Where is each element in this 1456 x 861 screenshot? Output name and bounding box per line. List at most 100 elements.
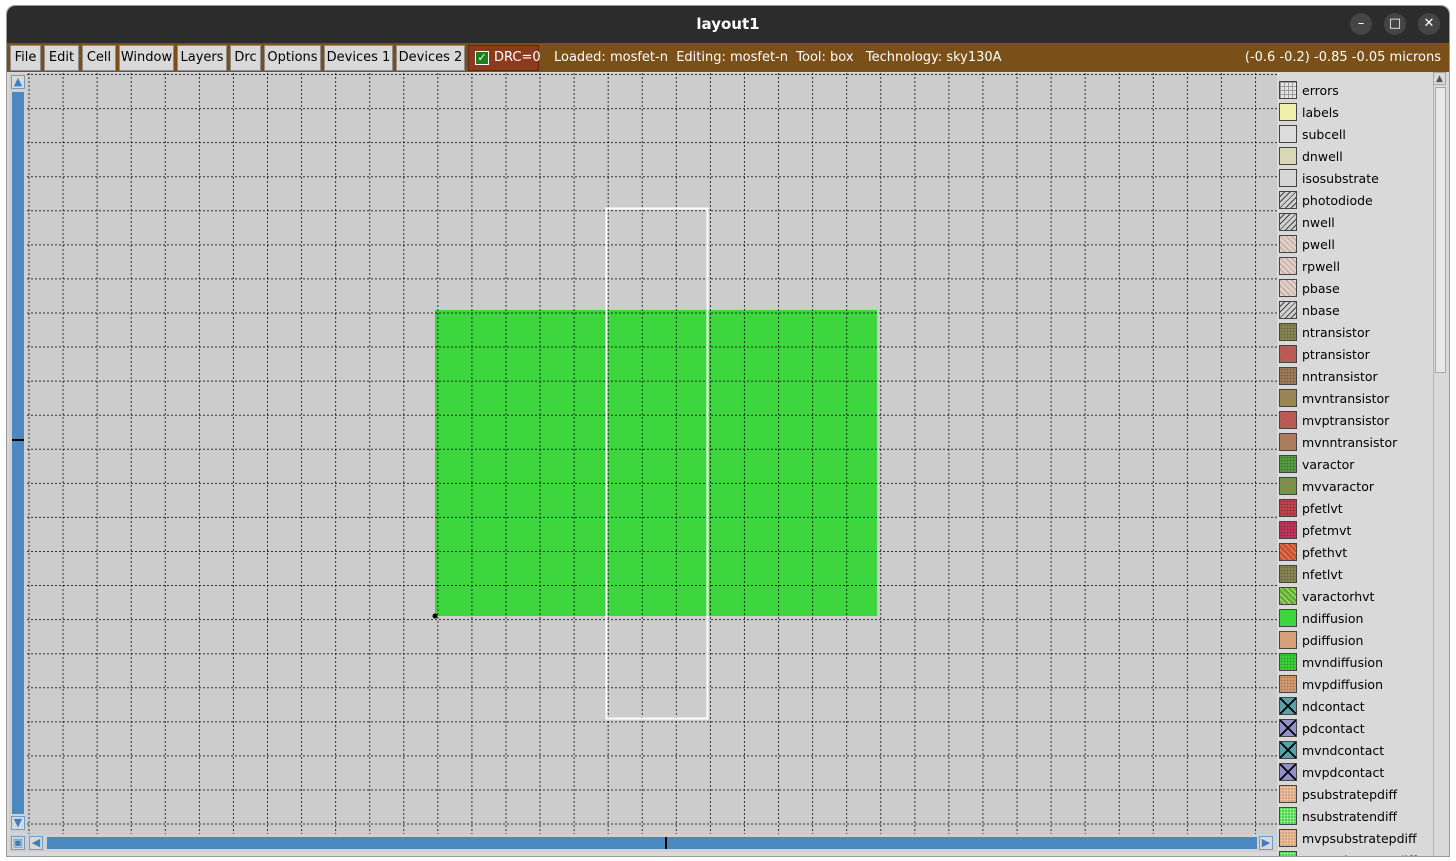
- layer-swatch-icon[interactable]: [1279, 235, 1297, 253]
- layer-item-pfetlvt[interactable]: pfetlvt: [1277, 498, 1433, 520]
- layer-item-ptransistor[interactable]: ptransistor: [1277, 344, 1433, 366]
- layer-item-mvnsubstratendiff[interactable]: mvnsubstratendiff: [1277, 850, 1433, 856]
- layer-swatch-icon[interactable]: [1279, 543, 1297, 561]
- layer-item-isosubstrate[interactable]: isosubstrate: [1277, 168, 1433, 190]
- layer-swatch-icon[interactable]: [1279, 433, 1297, 451]
- layer-swatch-icon[interactable]: [1279, 213, 1297, 231]
- layer-item-mvvaractor[interactable]: mvvaractor: [1277, 476, 1433, 498]
- layer-item-ndiffusion[interactable]: ndiffusion: [1277, 608, 1433, 630]
- layer-swatch-icon[interactable]: [1279, 653, 1297, 671]
- layer-swatch-icon[interactable]: [1279, 455, 1297, 473]
- layer-item-dnwell[interactable]: dnwell: [1277, 146, 1433, 168]
- layer-item-pfetmvt[interactable]: pfetmvt: [1277, 520, 1433, 542]
- menu-drc[interactable]: Drc: [230, 45, 261, 71]
- layer-item-mvpdcontact[interactable]: mvpdcontact: [1277, 762, 1433, 784]
- layer-item-nsubstratendiff[interactable]: nsubstratendiff: [1277, 806, 1433, 828]
- layer-swatch-icon[interactable]: [1279, 169, 1297, 187]
- horizontal-scrollbar[interactable]: ▣ ◀ ▶: [9, 834, 1277, 852]
- drc-toggle[interactable]: ✓ DRC=0: [468, 45, 541, 71]
- layer-item-ntransistor[interactable]: ntransistor: [1277, 322, 1433, 344]
- zoom-box-icon[interactable]: ▣: [11, 836, 25, 850]
- layer-item-photodiode[interactable]: photodiode: [1277, 190, 1433, 212]
- layer-item-mvntransistor[interactable]: mvntransistor: [1277, 388, 1433, 410]
- layer-item-pbase[interactable]: pbase: [1277, 278, 1433, 300]
- layer-swatch-icon[interactable]: [1279, 609, 1297, 627]
- layer-swatch-icon[interactable]: [1279, 279, 1297, 297]
- layer-item-varactor[interactable]: varactor: [1277, 454, 1433, 476]
- layer-item-mvndcontact[interactable]: mvndcontact: [1277, 740, 1433, 762]
- layer-swatch-icon[interactable]: [1279, 301, 1297, 319]
- layers-scrollbar[interactable]: ▲: [1433, 72, 1447, 856]
- layout-drawing[interactable]: [27, 73, 1277, 834]
- menu-options[interactable]: Options: [264, 45, 321, 71]
- layer-swatch-icon[interactable]: [1279, 499, 1297, 517]
- layer-swatch-icon[interactable]: [1279, 565, 1297, 583]
- layer-swatch-icon[interactable]: [1279, 257, 1297, 275]
- check-icon[interactable]: ✓: [475, 51, 489, 65]
- maximize-button[interactable]: □: [1384, 13, 1406, 35]
- layer-swatch-icon[interactable]: [1279, 367, 1297, 385]
- layer-swatch-icon[interactable]: [1279, 191, 1297, 209]
- layer-item-pdiffusion[interactable]: pdiffusion: [1277, 630, 1433, 652]
- layer-swatch-icon[interactable]: [1279, 741, 1297, 759]
- layer-swatch-icon[interactable]: [1279, 719, 1297, 737]
- scroll-right-arrow-icon[interactable]: ▶: [1259, 836, 1273, 850]
- scroll-up-arrow-icon[interactable]: ▲: [11, 75, 25, 89]
- layer-item-mvpsubstratepdiff[interactable]: mvpsubstratepdiff: [1277, 828, 1433, 850]
- layer-item-mvptransistor[interactable]: mvptransistor: [1277, 410, 1433, 432]
- layer-item-nbase[interactable]: nbase: [1277, 300, 1433, 322]
- horizontal-scroll-trough[interactable]: [47, 837, 1257, 849]
- layer-swatch-icon[interactable]: [1279, 631, 1297, 649]
- layer-item-varactorhvt[interactable]: varactorhvt: [1277, 586, 1433, 608]
- layer-item-ndcontact[interactable]: ndcontact: [1277, 696, 1433, 718]
- layer-item-nntransistor[interactable]: nntransistor: [1277, 366, 1433, 388]
- minimize-button[interactable]: –: [1350, 13, 1372, 35]
- layer-swatch-icon[interactable]: [1279, 411, 1297, 429]
- layer-item-pdcontact[interactable]: pdcontact: [1277, 718, 1433, 740]
- title-bar[interactable]: layout1 – □ ✕: [7, 6, 1449, 43]
- layers-scroll-thumb[interactable]: [1435, 87, 1446, 373]
- layer-item-nfetlvt[interactable]: nfetlvt: [1277, 564, 1433, 586]
- layer-swatch-icon[interactable]: [1279, 477, 1297, 495]
- layer-swatch-icon[interactable]: [1279, 697, 1297, 715]
- layer-swatch-icon[interactable]: [1279, 147, 1297, 165]
- vertical-scrollbar[interactable]: ▲ ▼: [9, 73, 27, 833]
- layers-scroll-up-icon[interactable]: ▲: [1433, 72, 1446, 85]
- layer-swatch-icon[interactable]: [1279, 521, 1297, 539]
- layer-swatch-icon[interactable]: [1279, 389, 1297, 407]
- menu-cell[interactable]: Cell: [82, 45, 116, 71]
- layer-swatch-icon[interactable]: [1279, 763, 1297, 781]
- layer-swatch-icon[interactable]: [1279, 785, 1297, 803]
- scroll-left-arrow-icon[interactable]: ◀: [29, 836, 43, 850]
- layer-swatch-icon[interactable]: [1279, 829, 1297, 847]
- layer-item-psubstratepdiff[interactable]: psubstratepdiff: [1277, 784, 1433, 806]
- vertical-scroll-trough[interactable]: [12, 92, 24, 814]
- layer-item-pwell[interactable]: pwell: [1277, 234, 1433, 256]
- layer-item-rpwell[interactable]: rpwell: [1277, 256, 1433, 278]
- layer-swatch-icon[interactable]: [1279, 807, 1297, 825]
- layer-item-mvpdiffusion[interactable]: mvpdiffusion: [1277, 674, 1433, 696]
- layer-item-mvndiffusion[interactable]: mvndiffusion: [1277, 652, 1433, 674]
- scroll-down-arrow-icon[interactable]: ▼: [11, 816, 25, 830]
- layer-swatch-icon[interactable]: [1279, 345, 1297, 363]
- layer-item-errors[interactable]: errors: [1277, 80, 1433, 102]
- menu-layers[interactable]: Layers: [177, 45, 227, 71]
- layer-swatch-icon[interactable]: [1279, 851, 1297, 856]
- menu-window[interactable]: Window: [119, 45, 174, 71]
- layer-item-nwell[interactable]: nwell: [1277, 212, 1433, 234]
- close-button[interactable]: ✕: [1418, 13, 1440, 35]
- layer-item-pfethvt[interactable]: pfethvt: [1277, 542, 1433, 564]
- layer-item-mvnntransistor[interactable]: mvnntransistor: [1277, 432, 1433, 454]
- layer-swatch-icon[interactable]: [1279, 81, 1297, 99]
- layer-swatch-icon[interactable]: [1279, 103, 1297, 121]
- layer-item-labels[interactable]: labels: [1277, 102, 1433, 124]
- menu-devices-1[interactable]: Devices 1: [324, 45, 393, 71]
- layer-swatch-icon[interactable]: [1279, 675, 1297, 693]
- layer-swatch-icon[interactable]: [1279, 587, 1297, 605]
- layer-item-subcell[interactable]: subcell: [1277, 124, 1433, 146]
- layer-swatch-icon[interactable]: [1279, 125, 1297, 143]
- menu-file[interactable]: File: [10, 45, 41, 71]
- layer-swatch-icon[interactable]: [1279, 323, 1297, 341]
- menu-devices-2[interactable]: Devices 2: [396, 45, 465, 71]
- layout-canvas[interactable]: [27, 73, 1277, 834]
